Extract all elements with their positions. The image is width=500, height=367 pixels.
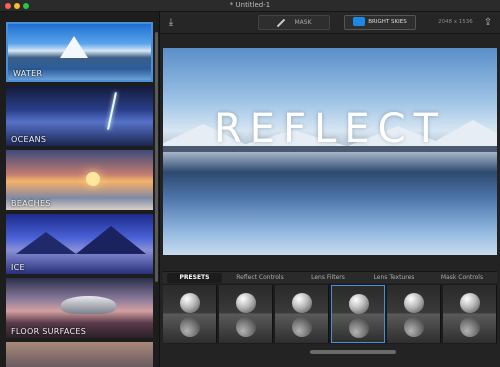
- category-partial[interactable]: [6, 342, 153, 367]
- category-label: FLOOR SURFACES: [11, 327, 87, 336]
- category-label: OCEANS: [11, 135, 47, 144]
- preset-thumbnail-selected[interactable]: [331, 285, 385, 343]
- category-oceans[interactable]: OCEANS: [6, 86, 153, 146]
- window-title: * Untitled-1: [229, 1, 271, 9]
- sphere-reflection: [460, 317, 480, 337]
- category-beaches[interactable]: BEACHES: [6, 150, 153, 210]
- brush-icon: [277, 18, 286, 27]
- sphere-graphic: [404, 293, 424, 313]
- thumbnail-scrollbar[interactable]: [310, 350, 396, 354]
- preset-name-label: BRIGHT SKIES: [368, 19, 407, 25]
- sphere-reflection: [236, 317, 256, 337]
- sphere-graphic: [349, 294, 369, 314]
- tab-bar: PRESETS Reflect Controls Lens Filters Le…: [163, 271, 497, 283]
- title-bar: * Untitled-1: [0, 0, 500, 12]
- preset-thumbnail[interactable]: [163, 285, 217, 343]
- tab-presets[interactable]: PRESETS: [167, 273, 222, 283]
- sun-graphic: [86, 172, 100, 186]
- sphere-graphic: [180, 293, 200, 313]
- preset-thumbnail[interactable]: [275, 285, 329, 343]
- sphere-reflection: [404, 317, 424, 337]
- category-floor-surfaces[interactable]: FLOOR SURFACES: [6, 278, 153, 338]
- sphere-graphic: [236, 293, 256, 313]
- category-label: ICE: [11, 263, 25, 272]
- mountain-graphic: [76, 226, 146, 254]
- mask-button-label: MASK: [294, 19, 312, 26]
- car-graphic: [61, 296, 116, 314]
- sphere-reflection: [292, 317, 312, 337]
- sphere-graphic: [460, 293, 480, 313]
- preset-thumbnail-strip: [163, 284, 497, 344]
- share-icon[interactable]: ⇪: [482, 16, 494, 29]
- category-label: WATER: [13, 69, 43, 78]
- sphere-graphic: [292, 293, 312, 313]
- preview-title-text: REFLECT: [214, 106, 446, 152]
- image-dimensions: 2048 x 1536: [438, 19, 473, 25]
- download-icon[interactable]: ⤓: [165, 16, 177, 29]
- tab-reflect-controls[interactable]: Reflect Controls: [225, 273, 295, 283]
- mountain-graphic: [16, 232, 76, 254]
- sphere-reflection: [349, 318, 369, 338]
- sidebar-scrollbar[interactable]: [155, 32, 158, 282]
- sphere-reflection: [180, 317, 200, 337]
- app-window: * Untitled-1 WATER OCEANS BEACHES ICE FL…: [0, 0, 500, 367]
- lightning-graphic: [107, 92, 117, 130]
- mountain-graphic: [60, 36, 88, 58]
- tab-lens-filters[interactable]: Lens Filters: [298, 273, 358, 283]
- preset-thumbnail[interactable]: [387, 285, 441, 343]
- category-sidebar: WATER OCEANS BEACHES ICE FLOOR SURFACES: [0, 12, 160, 367]
- preset-thumbnail[interactable]: [219, 285, 273, 343]
- tab-lens-textures[interactable]: Lens Textures: [361, 273, 427, 283]
- preset-badge-icon: [353, 17, 366, 26]
- toolbar: ⤓ MASK BRIGHT SKIES 2048 x 1536 ⇪: [160, 12, 500, 34]
- tab-mask-controls[interactable]: Mask Controls: [430, 273, 494, 283]
- mask-button[interactable]: MASK: [258, 15, 330, 30]
- category-water[interactable]: WATER: [6, 22, 153, 82]
- preset-thumbnail[interactable]: [443, 285, 497, 343]
- category-ice[interactable]: ICE: [6, 214, 153, 274]
- image-preview[interactable]: REFLECT: [163, 48, 497, 255]
- preset-name-button[interactable]: BRIGHT SKIES: [344, 15, 416, 30]
- category-label: BEACHES: [11, 199, 51, 208]
